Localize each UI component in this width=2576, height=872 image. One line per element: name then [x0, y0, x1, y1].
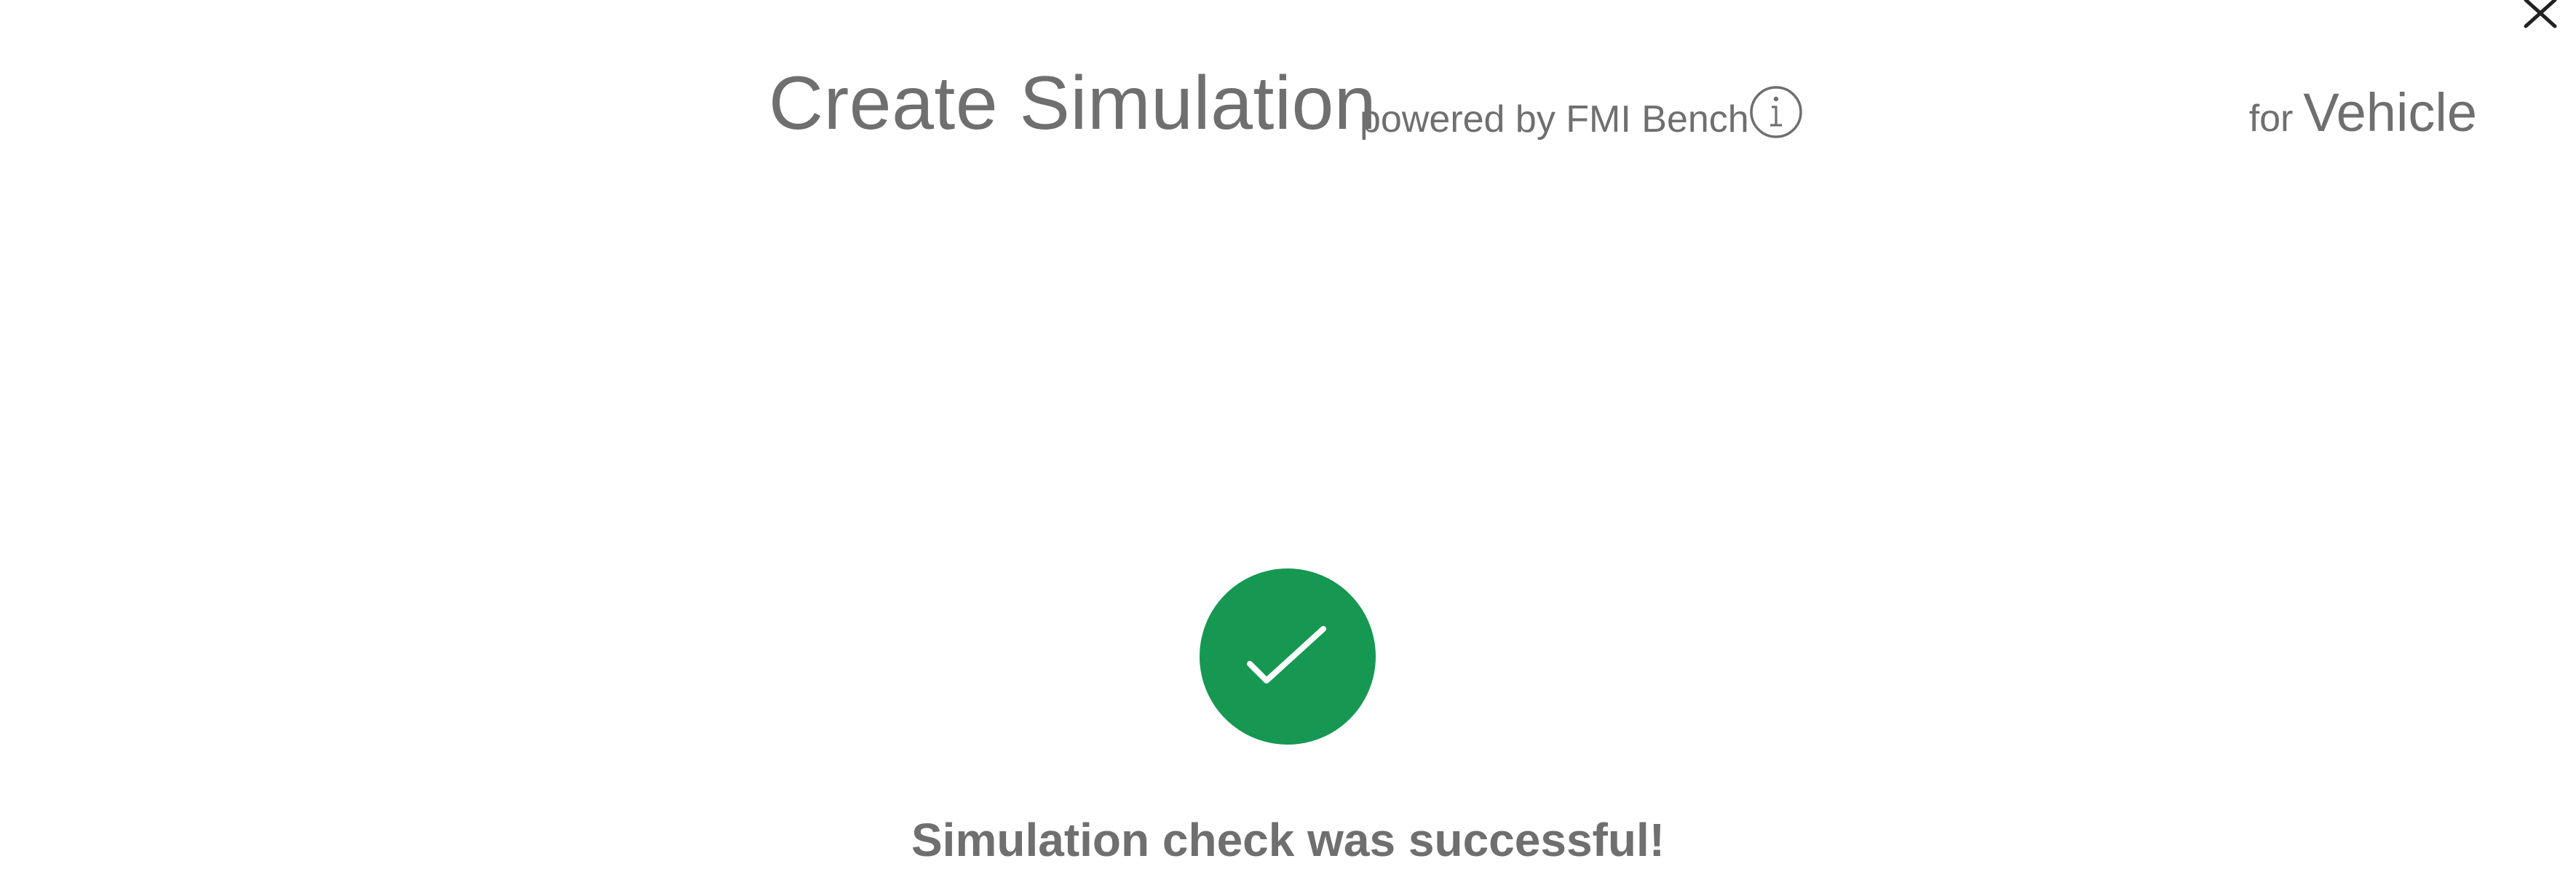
- target-name: Vehicle: [2303, 82, 2477, 143]
- close-icon: [2524, 0, 2557, 28]
- info-icon: [1750, 86, 1802, 138]
- target-context: for Vehicle: [2249, 82, 2477, 143]
- success-message: Simulation check was successful!: [911, 814, 1665, 866]
- info-button[interactable]: [1748, 84, 1804, 140]
- powered-by-label: powered by FMI Bench: [1360, 98, 1749, 140]
- dialog-title: Create Simulation: [769, 61, 1377, 146]
- close-button[interactable]: [2520, 0, 2561, 32]
- check-circle-icon: [1247, 626, 1326, 683]
- for-label: for: [2248, 98, 2294, 140]
- success-status: [1200, 568, 1376, 745]
